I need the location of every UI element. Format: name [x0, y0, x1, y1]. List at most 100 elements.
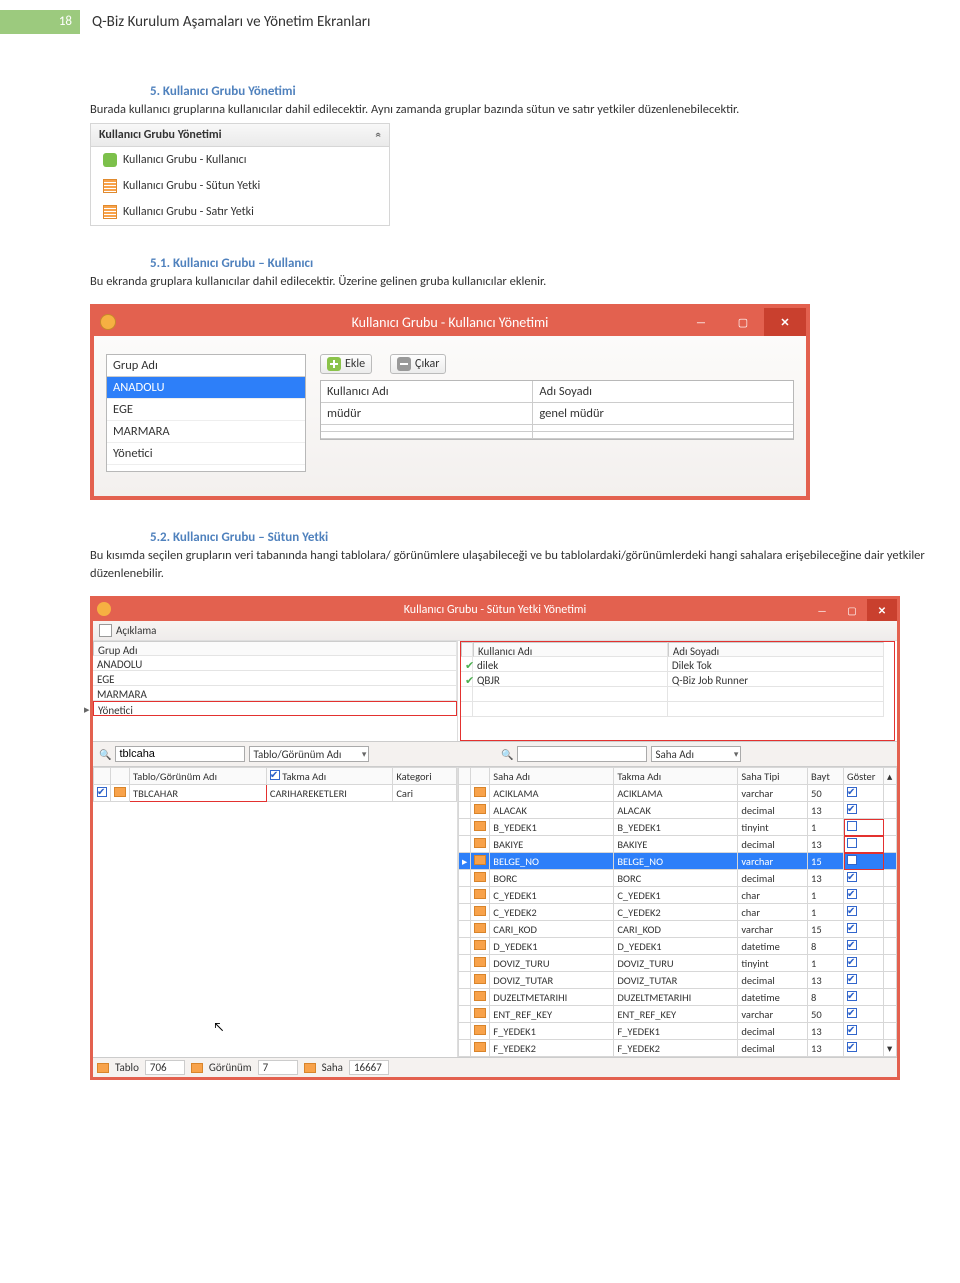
field-alias-cell[interactable]: BELGE_NO [614, 853, 738, 870]
maximize-button[interactable]: ▢ [837, 599, 867, 621]
group-row[interactable]: Yönetici [107, 443, 305, 465]
search-right-combo[interactable]: Saha Adı [651, 746, 741, 762]
field-row[interactable]: B_YEDEK1B_YEDEK1tinyint1 [459, 819, 897, 836]
field-show-checkbox[interactable] [844, 1040, 884, 1057]
row-check-icon[interactable]: ✔ [461, 672, 473, 687]
table-name-cell[interactable]: TBLCAHAR [130, 785, 267, 802]
field-row[interactable]: F_YEDEK1F_YEDEK1decimal13 [459, 1023, 897, 1040]
user-cell[interactable] [321, 432, 533, 439]
window-title-bar[interactable]: Kullanıcı Grubu - Kullanıcı Yönetimi — ▢… [94, 308, 806, 336]
field-show-checkbox[interactable] [844, 819, 884, 836]
field-type-cell[interactable]: char [738, 904, 808, 921]
top-group-grid[interactable]: Grup Adı ANADOLU EGE MARMARA ▸Yönetici [93, 641, 458, 741]
field-row[interactable]: ENT_REF_KEYENT_REF_KEYvarchar50 [459, 1006, 897, 1023]
field-name-cell[interactable]: D_YEDEK1 [490, 938, 614, 955]
field-bayt-cell[interactable]: 50 [808, 785, 844, 802]
search-right-input[interactable] [517, 746, 647, 762]
field-bayt-cell[interactable]: 1 [808, 955, 844, 972]
field-bayt-cell[interactable]: 1 [808, 887, 844, 904]
field-show-checkbox[interactable] [844, 1023, 884, 1040]
minimize-button[interactable]: — [807, 599, 837, 621]
field-type-cell[interactable]: decimal [738, 802, 808, 819]
field-row[interactable]: D_YEDEK1D_YEDEK1datetime8 [459, 938, 897, 955]
field-show-checkbox[interactable] [844, 904, 884, 921]
field-bayt-cell[interactable]: 1 [808, 904, 844, 921]
scroll-track[interactable] [884, 955, 897, 972]
field-alias-cell[interactable]: DOVIZ_TURU [614, 955, 738, 972]
field-alias-cell[interactable]: F_YEDEK1 [614, 1023, 738, 1040]
group-row[interactable]: ANADOLU [93, 656, 457, 671]
field-alias-cell[interactable]: ACIKLAMA [614, 785, 738, 802]
scroll-track[interactable] [884, 853, 897, 870]
field-alias-cell[interactable]: B_YEDEK1 [614, 819, 738, 836]
close-button[interactable]: ✕ [764, 308, 806, 336]
group-row[interactable]: EGE [93, 671, 457, 686]
field-bayt-cell[interactable]: 13 [808, 836, 844, 853]
group-row[interactable]: EGE [107, 399, 305, 421]
scroll-up-icon[interactable]: ▴ [884, 768, 897, 785]
field-alias-cell[interactable]: C_YEDEK2 [614, 904, 738, 921]
field-show-checkbox[interactable] [844, 972, 884, 989]
field-type-cell[interactable]: decimal [738, 1040, 808, 1057]
nav-item-satir-yetki[interactable]: Kullanıcı Grubu - Satır Yetki [91, 199, 389, 225]
field-name-cell[interactable]: B_YEDEK1 [490, 819, 614, 836]
field-type-cell[interactable]: char [738, 887, 808, 904]
add-button[interactable]: Ekle [320, 354, 372, 374]
field-name-cell[interactable]: BELGE_NO [490, 853, 614, 870]
scroll-track[interactable]: ▾ [884, 1040, 897, 1057]
field-alias-cell[interactable]: BAKIYE [614, 836, 738, 853]
field-show-checkbox[interactable] [844, 1006, 884, 1023]
window2-title-bar[interactable]: Kullanıcı Grubu - Sütun Yetki Yönetimi —… [93, 599, 897, 621]
field-name-cell[interactable]: F_YEDEK2 [490, 1040, 614, 1057]
user-cell[interactable]: Q-Biz Job Runner [668, 672, 885, 687]
field-name-cell[interactable]: BAKIYE [490, 836, 614, 853]
table-grid[interactable]: Tablo/Görünüm Adı Takma Adı Kategori TBL… [93, 767, 458, 1057]
field-alias-cell[interactable]: CARI_KOD [614, 921, 738, 938]
field-show-checkbox[interactable] [844, 989, 884, 1006]
minimize-button[interactable]: — [680, 308, 722, 336]
field-row[interactable]: DUZELTMETARIHIDUZELTMETARIHIdatetime8 [459, 989, 897, 1006]
group-row[interactable]: Yönetici [93, 701, 457, 716]
field-type-cell[interactable]: decimal [738, 1023, 808, 1040]
field-show-checkbox[interactable] [844, 887, 884, 904]
field-type-cell[interactable]: decimal [738, 870, 808, 887]
field-type-cell[interactable]: varchar [738, 853, 808, 870]
field-bayt-cell[interactable]: 1 [808, 819, 844, 836]
field-type-cell[interactable]: datetime [738, 938, 808, 955]
remove-button[interactable]: Çıkar [390, 354, 446, 374]
field-name-cell[interactable]: ENT_REF_KEY [490, 1006, 614, 1023]
field-type-cell[interactable]: decimal [738, 836, 808, 853]
nav-panel-header[interactable]: Kullanıcı Grubu Yönetimi [91, 124, 389, 147]
scroll-track[interactable] [884, 887, 897, 904]
field-show-checkbox[interactable] [844, 802, 884, 819]
field-row[interactable]: C_YEDEK2C_YEDEK2char1 [459, 904, 897, 921]
field-alias-cell[interactable]: ALACAK [614, 802, 738, 819]
field-name-cell[interactable]: C_YEDEK2 [490, 904, 614, 921]
field-type-cell[interactable]: varchar [738, 921, 808, 938]
group-row[interactable]: ANADOLU [107, 377, 305, 399]
group-row[interactable]: MARMARA [107, 421, 305, 443]
field-row[interactable]: BAKIYEBAKIYEdecimal13 [459, 836, 897, 853]
user-cell[interactable] [321, 425, 533, 432]
field-alias-cell[interactable]: DOVIZ_TUTAR [614, 972, 738, 989]
field-name-cell[interactable]: F_YEDEK1 [490, 1023, 614, 1040]
field-show-checkbox[interactable] [844, 938, 884, 955]
field-show-checkbox[interactable] [844, 853, 884, 870]
field-alias-cell[interactable]: DUZELTMETARIHI [614, 989, 738, 1006]
field-name-cell[interactable]: CARI_KOD [490, 921, 614, 938]
field-bayt-cell[interactable]: 8 [808, 938, 844, 955]
search-left-combo[interactable]: Tablo/Görünüm Adı [249, 746, 369, 762]
scroll-track[interactable] [884, 802, 897, 819]
scroll-track[interactable] [884, 938, 897, 955]
field-type-cell[interactable]: datetime [738, 989, 808, 1006]
field-show-checkbox[interactable] [844, 785, 884, 802]
scroll-track[interactable] [884, 1023, 897, 1040]
table-category-cell[interactable]: Cari [393, 785, 457, 802]
group-list[interactable]: Grup Adı ANADOLU EGE MARMARA Yönetici [106, 354, 306, 472]
nav-item-sutun-yetki[interactable]: Kullanıcı Grubu - Sütun Yetki [91, 173, 389, 199]
user-table[interactable]: Kullanıcı Adı Adı Soyadı müdür genel müd… [320, 380, 794, 440]
field-name-cell[interactable]: DUZELTMETARIHI [490, 989, 614, 1006]
close-button[interactable]: ✕ [867, 599, 897, 621]
field-alias-cell[interactable]: F_YEDEK2 [614, 1040, 738, 1057]
row-check[interactable] [94, 785, 111, 802]
